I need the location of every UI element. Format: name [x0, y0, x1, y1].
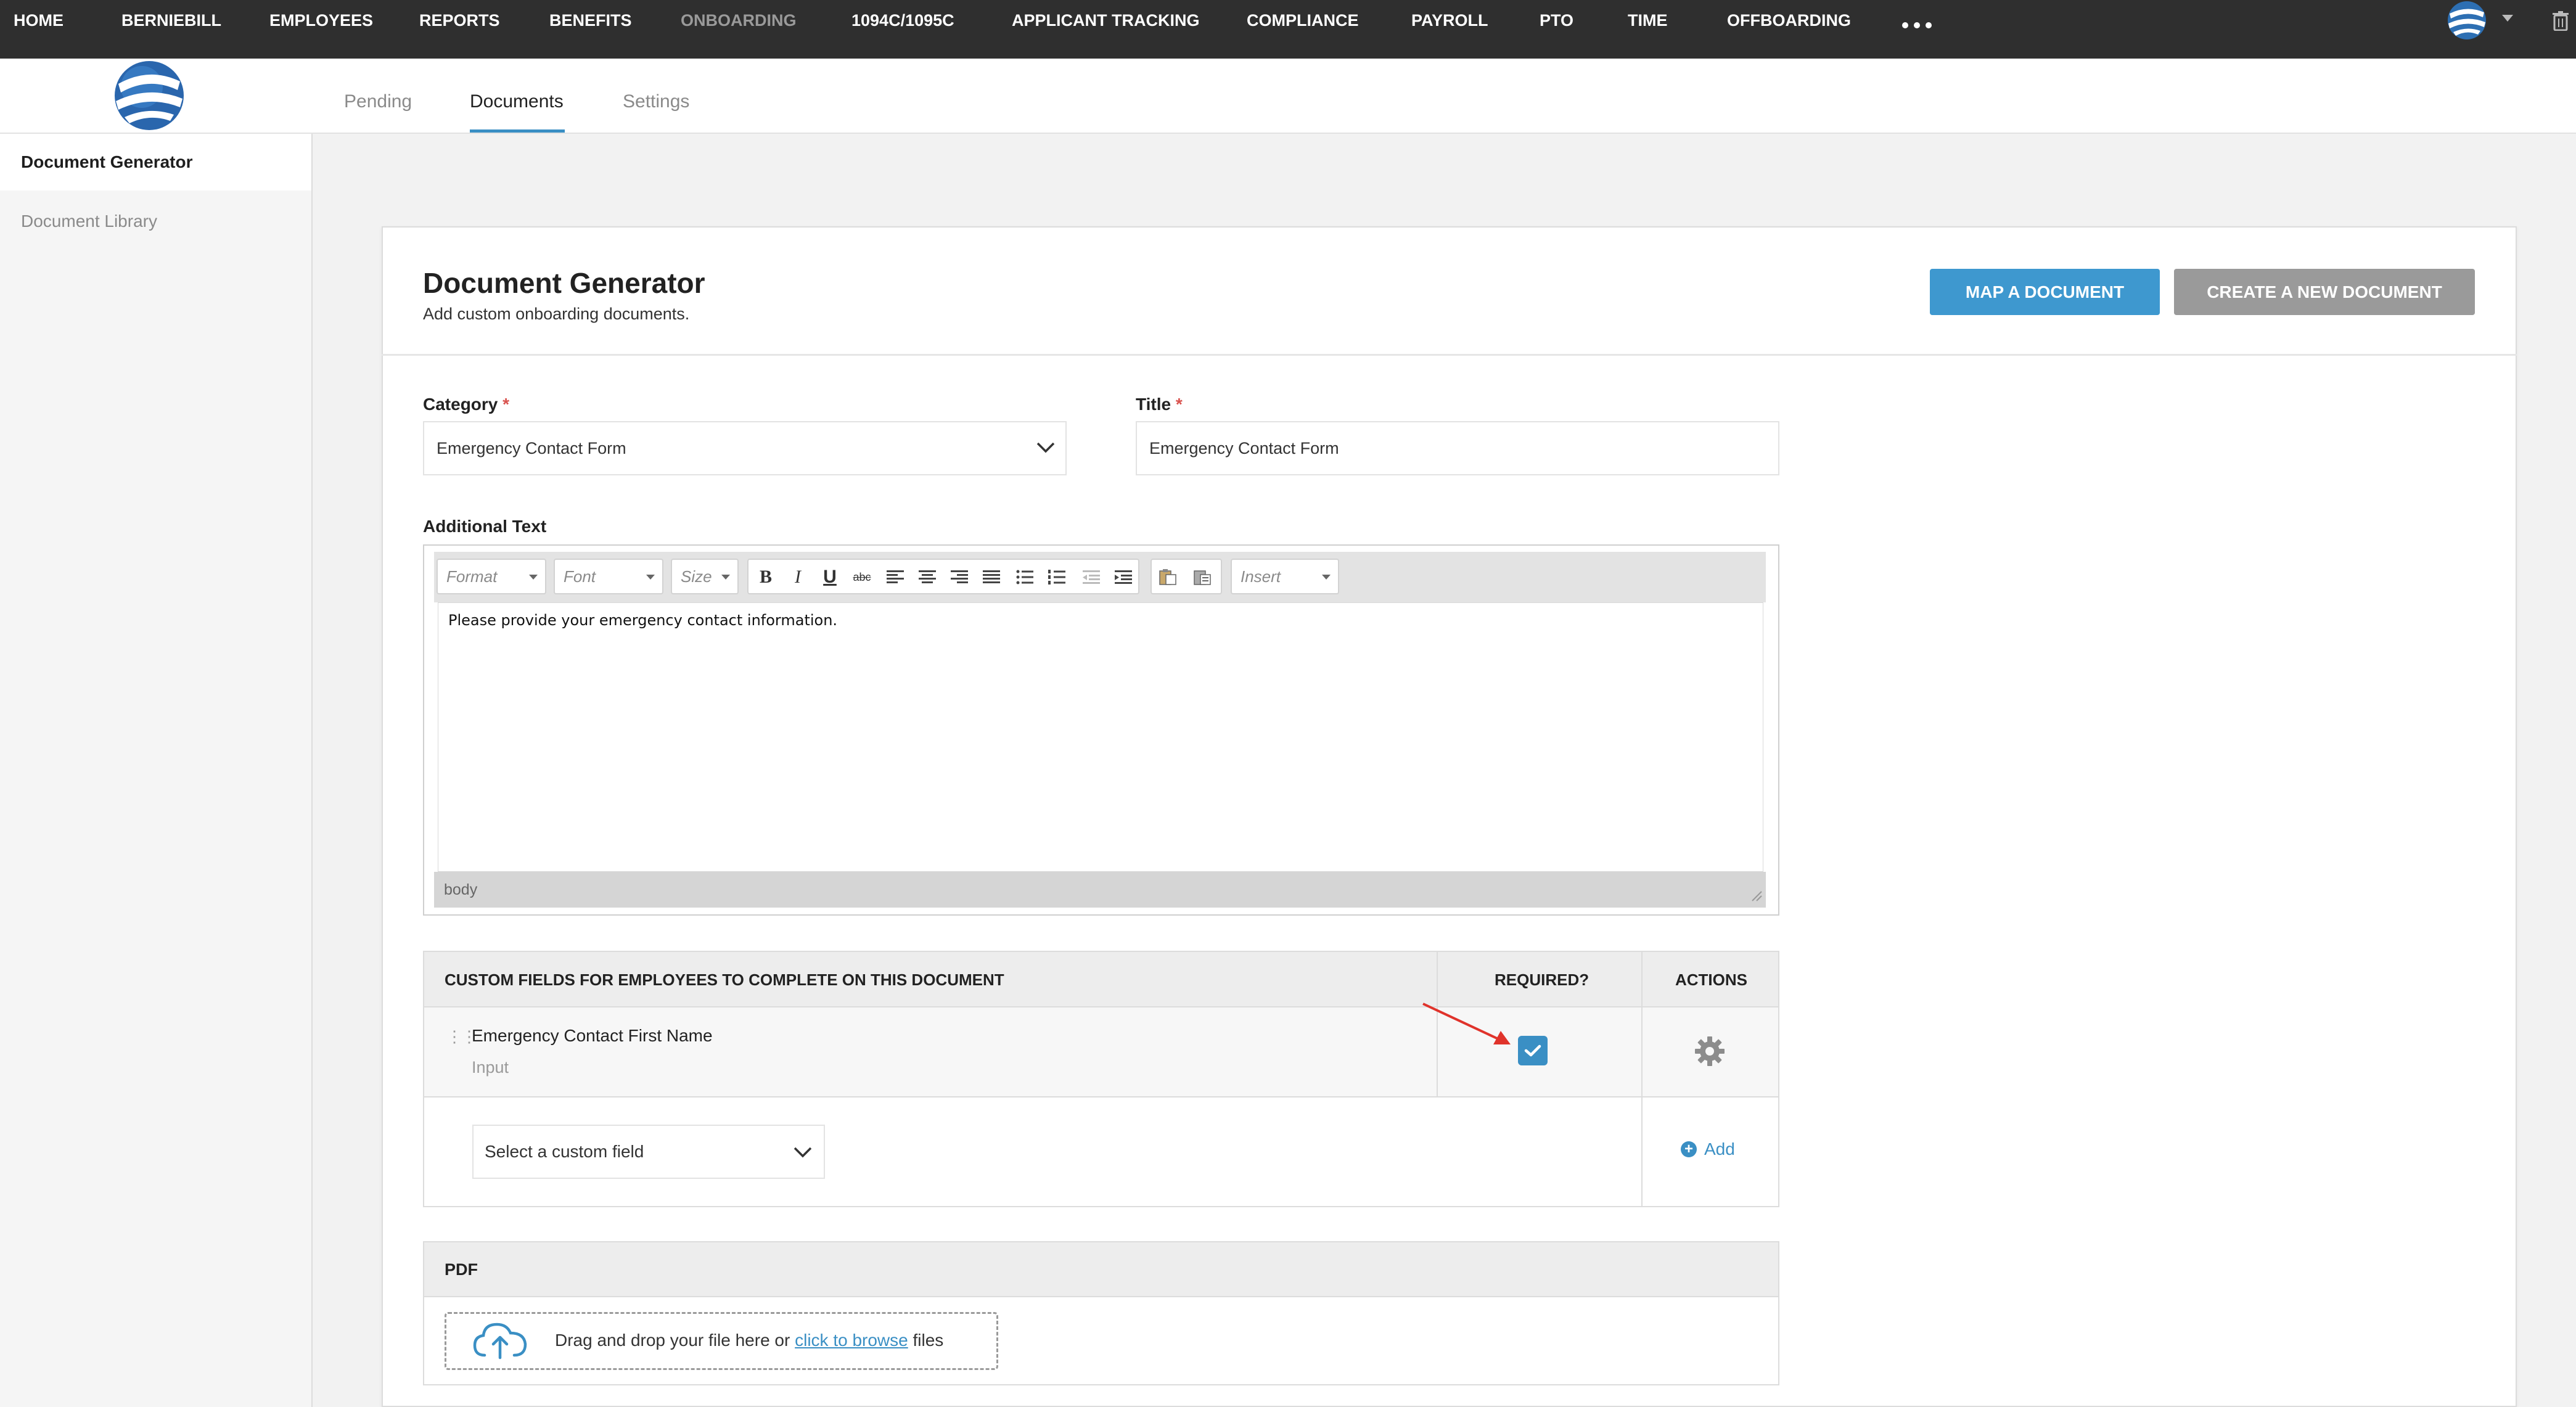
chevron-down-icon: [1036, 442, 1055, 453]
underline-icon[interactable]: U: [819, 566, 841, 588]
create-new-document-button[interactable]: CREATE A NEW DOCUMENT: [2174, 269, 2475, 315]
size-dropdown[interactable]: Size: [671, 559, 739, 594]
nav-benefits[interactable]: BENEFITS: [549, 0, 632, 41]
nav-home[interactable]: HOME: [14, 0, 64, 41]
font-dropdown[interactable]: Font: [554, 559, 663, 594]
align-left-icon[interactable]: [884, 566, 906, 588]
caret-down-icon: [1322, 575, 1331, 580]
custom-field-name: Emergency Contact First Name: [472, 1026, 713, 1045]
sidebar: Document Generator Document Library: [0, 134, 313, 1407]
page-title: Document Generator: [423, 267, 705, 299]
additional-text-label: Additional Text: [423, 517, 547, 536]
row-divider: [424, 1006, 1778, 1007]
italic-icon[interactable]: I: [787, 566, 809, 588]
paste-from-word-icon[interactable]: [1191, 566, 1213, 588]
custom-field-type: Input: [472, 1058, 509, 1077]
custom-field-select-placeholder: Select a custom field: [485, 1142, 644, 1161]
add-label: Add: [1704, 1139, 1735, 1159]
page-subtitle: Add custom onboarding documents.: [423, 305, 690, 323]
outdent-icon[interactable]: [1080, 566, 1102, 588]
sidebar-item-document-generator[interactable]: Document Generator: [0, 134, 311, 191]
globe-logo-icon: [115, 61, 184, 130]
nav-employees[interactable]: EMPLOYEES: [269, 0, 373, 41]
indent-icon[interactable]: [1112, 566, 1134, 588]
column-header-actions: ACTIONS: [1675, 970, 1747, 989]
nav-reports[interactable]: REPORTS: [419, 0, 500, 41]
caret-down-icon: [721, 575, 730, 580]
required-asterisk: *: [1175, 395, 1183, 414]
numbered-list-icon[interactable]: [1046, 566, 1068, 588]
column-header-custom-fields: CUSTOM FIELDS FOR EMPLOYEES TO COMPLETE …: [445, 970, 1004, 989]
nav-berniebill[interactable]: BERNIEBILL: [121, 0, 221, 41]
nav-onboarding[interactable]: ONBOARDING: [681, 0, 797, 41]
caret-down-icon: [646, 575, 655, 580]
chevron-down-icon: [794, 1147, 812, 1158]
browse-files-link[interactable]: click to browse: [795, 1331, 908, 1350]
title-label: Title *: [1136, 395, 1183, 414]
paste-icon[interactable]: [1157, 566, 1179, 588]
category-label: Category *: [423, 395, 510, 414]
nav-applicant-tracking[interactable]: APPLICANT TRACKING: [1012, 0, 1200, 41]
sidebar-item-document-library[interactable]: Document Library: [0, 193, 311, 250]
column-header-required: REQUIRED?: [1495, 970, 1589, 989]
top-navigation-bar: HOME BERNIEBILL EMPLOYEES REPORTS BENEFI…: [0, 0, 2576, 59]
table-row: [424, 1007, 1778, 1096]
title-input-value: Emergency Contact Form: [1149, 438, 1339, 457]
account-dropdown-caret-icon[interactable]: [2502, 15, 2513, 22]
editor-element-path: body: [434, 872, 1766, 908]
nav-compliance[interactable]: COMPLIANCE: [1247, 0, 1359, 41]
nav-1094c-1095c[interactable]: 1094C/1095C: [851, 0, 954, 41]
align-right-icon[interactable]: [948, 566, 970, 588]
card-header-divider: [382, 354, 2517, 356]
account-avatar[interactable]: [2445, 0, 2489, 41]
nav-pto[interactable]: PTO: [1540, 0, 1573, 41]
custom-field-select[interactable]: Select a custom field: [472, 1125, 825, 1179]
strikethrough-icon[interactable]: abc: [851, 566, 873, 588]
category-select[interactable]: Emergency Contact Form: [423, 421, 1067, 475]
pdf-panel-header: [424, 1242, 1778, 1297]
checkmark-icon: [1524, 1044, 1541, 1057]
column-divider: [1641, 952, 1643, 1206]
title-input[interactable]: Emergency Contact Form: [1136, 421, 1779, 475]
tab-pending[interactable]: Pending: [344, 91, 412, 112]
globe-logo-icon: [2448, 1, 2486, 39]
align-justify-icon[interactable]: [980, 566, 1003, 588]
nav-payroll[interactable]: PAYROLL: [1411, 0, 1488, 41]
tab-documents[interactable]: Documents: [470, 91, 564, 112]
nav-time[interactable]: TIME: [1628, 0, 1668, 41]
caret-down-icon: [529, 575, 538, 580]
map-document-button[interactable]: MAP A DOCUMENT: [1930, 269, 2160, 315]
align-center-icon[interactable]: [916, 566, 938, 588]
active-tab-indicator: [470, 129, 565, 133]
bulleted-list-icon[interactable]: [1014, 566, 1036, 588]
format-dropdown[interactable]: Format: [437, 559, 546, 594]
annotation-arrow: [1422, 1003, 1511, 1044]
gear-icon[interactable]: [1694, 1036, 1725, 1067]
insert-dropdown[interactable]: Insert: [1231, 559, 1339, 594]
resize-grip-icon[interactable]: [1750, 889, 1762, 901]
pdf-panel-title: PDF: [445, 1260, 478, 1279]
tab-settings[interactable]: Settings: [623, 91, 689, 112]
company-logo: [111, 59, 187, 132]
nav-offboarding[interactable]: OFFBOARDING: [1727, 0, 1851, 41]
add-custom-field-button[interactable]: + Add: [1681, 1139, 1735, 1159]
category-select-value: Emergency Contact Form: [437, 438, 626, 457]
dropzone-instructions: Drag and drop your file here or click to…: [555, 1331, 944, 1350]
bold-icon[interactable]: B: [755, 566, 777, 588]
more-horizontal-icon[interactable]: [1902, 22, 1932, 28]
editor-content-area[interactable]: Please provide your emergency contact in…: [438, 602, 1763, 872]
row-divider: [424, 1096, 1778, 1097]
cloud-upload-icon: [473, 1323, 527, 1360]
required-asterisk: *: [502, 395, 510, 414]
trash-icon[interactable]: [2553, 11, 2569, 31]
required-checkbox[interactable]: [1518, 1036, 1548, 1065]
plus-circle-icon: +: [1681, 1141, 1697, 1157]
